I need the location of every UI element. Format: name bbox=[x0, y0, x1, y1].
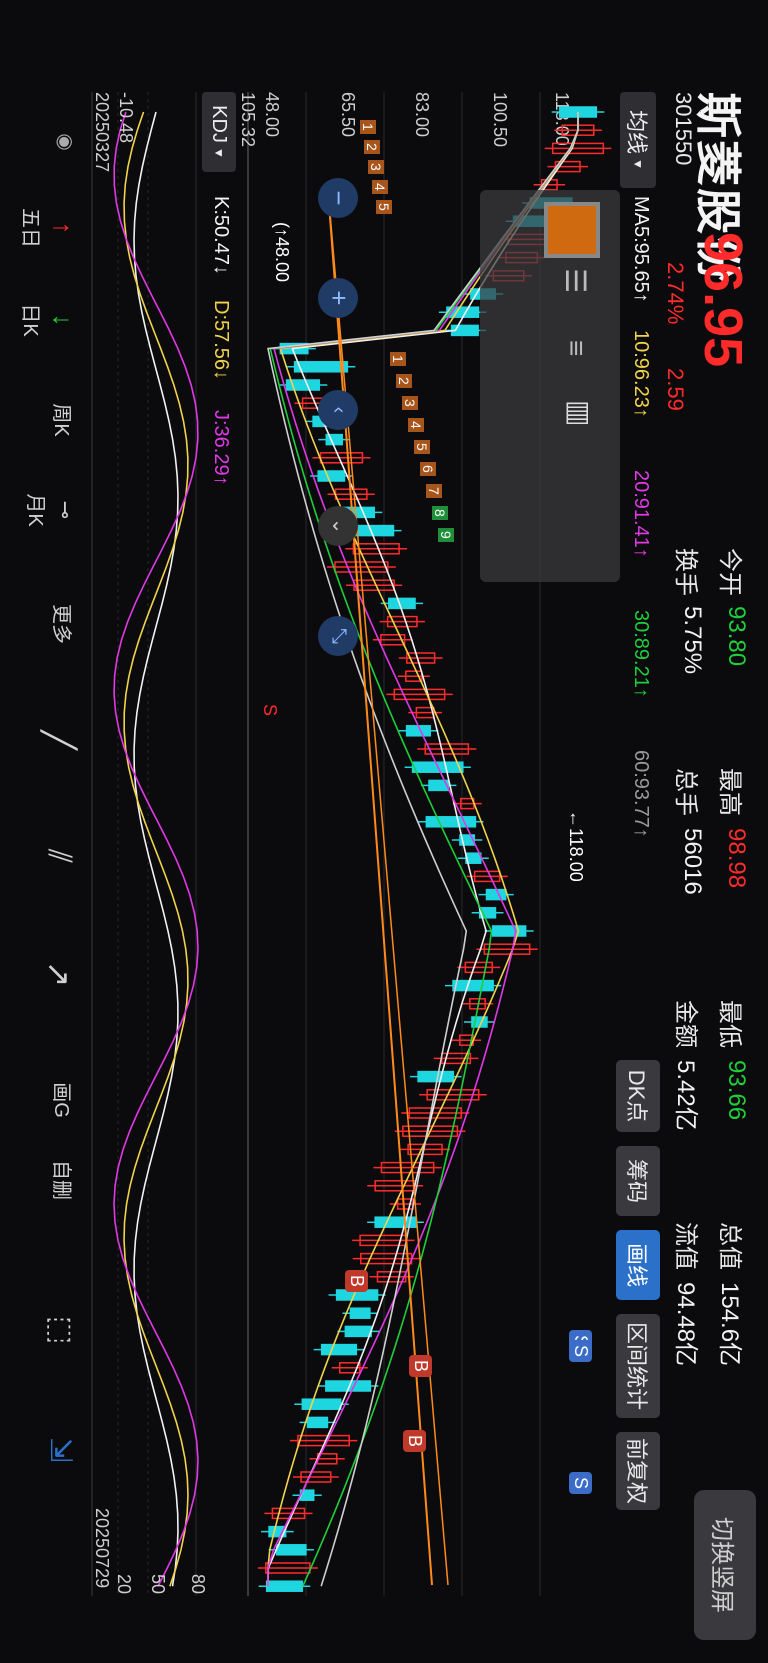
buy-marker[interactable]: B bbox=[403, 1430, 426, 1453]
tool-more[interactable]: 更多 bbox=[14, 594, 78, 654]
sequence-label: 9 bbox=[438, 528, 454, 542]
sequence-label: 3 bbox=[402, 396, 418, 410]
tool-delete[interactable]: 自删 bbox=[14, 1150, 78, 1210]
menu-icon[interactable]: ☰ bbox=[559, 268, 592, 293]
tool-label: 月K bbox=[24, 493, 46, 527]
zoom-in-button[interactable]: + bbox=[318, 278, 358, 318]
tool-day-k[interactable]: ↓ 日K bbox=[14, 290, 78, 350]
tool-label: 五日 bbox=[19, 208, 41, 248]
kdj-lines bbox=[113, 111, 199, 1587]
sequence-label: 5 bbox=[414, 440, 430, 454]
kline-chart[interactable] bbox=[0, 0, 768, 1663]
sell-marker[interactable]: S bbox=[569, 1472, 592, 1495]
tool-label: 自删 bbox=[50, 1160, 72, 1200]
candle-body bbox=[275, 1544, 307, 1556]
back-icon[interactable]: ‹ bbox=[318, 390, 358, 430]
candle-body bbox=[491, 925, 527, 937]
up-arrow-icon: ↑ bbox=[48, 221, 78, 235]
kdj-level-80: 80 bbox=[188, 1574, 208, 1595]
down-arrow-icon: ↓ bbox=[48, 313, 78, 327]
expand-icon[interactable]: ⇲ bbox=[14, 1420, 78, 1480]
sequence-label: 1 bbox=[360, 120, 376, 134]
candle-body bbox=[417, 1070, 455, 1083]
tool-week-k[interactable]: 周K bbox=[14, 390, 78, 450]
kdj-axis-bottom: -10.48 bbox=[116, 92, 136, 144]
date-end: 20250729 bbox=[92, 1508, 112, 1589]
columns-icon[interactable]: ▥ bbox=[563, 400, 596, 426]
candle-body bbox=[452, 979, 494, 992]
eye-icon[interactable]: ◉ bbox=[14, 112, 78, 172]
tool-label: 周K bbox=[50, 403, 72, 437]
kdj-j-value: J:36.29↑ bbox=[210, 410, 232, 486]
kdj-line bbox=[123, 111, 189, 1587]
buy-marker[interactable]: B bbox=[345, 1270, 368, 1293]
h-line-icon: ⊸ bbox=[53, 500, 78, 520]
ray-line-icon[interactable]: ↗ bbox=[14, 944, 78, 1004]
kdj-level-20: 20 bbox=[114, 1574, 134, 1595]
sequence-label: 5 bbox=[376, 200, 392, 214]
sequence-label: 2 bbox=[364, 140, 380, 154]
kdj-axis-top: 105.32 bbox=[238, 92, 258, 148]
sequence-label: 7 bbox=[426, 484, 442, 498]
candle-body bbox=[349, 1307, 371, 1319]
candle-body bbox=[485, 888, 507, 901]
chevron-down-icon: ▼ bbox=[212, 146, 226, 159]
kdj-d-value: D:57.56↓ bbox=[210, 300, 232, 381]
color-swatch[interactable] bbox=[544, 202, 600, 258]
tool-label: 日K bbox=[19, 303, 41, 337]
sell-marker[interactable]: S bbox=[569, 1340, 592, 1363]
candle-body bbox=[301, 1398, 342, 1410]
shrink-icon[interactable]: ⤡ bbox=[318, 616, 358, 656]
buy-marker[interactable]: B bbox=[409, 1355, 432, 1378]
kdj-selector[interactable]: KDJ ▼ bbox=[202, 92, 236, 172]
tool-five-day[interactable]: ↑ 五日 bbox=[14, 198, 78, 258]
list-icon[interactable]: ≡ bbox=[560, 340, 592, 356]
candle-body bbox=[344, 1325, 372, 1338]
candle-body bbox=[265, 1580, 304, 1592]
candle-body bbox=[317, 470, 346, 482]
sequence-label: 4 bbox=[408, 418, 424, 432]
sequence-label: 4 bbox=[372, 180, 388, 194]
tool-label: 更多 bbox=[50, 604, 72, 644]
collapse-icon[interactable]: ⌄ bbox=[318, 506, 358, 546]
line-segment-icon[interactable]: ╱ bbox=[14, 710, 78, 770]
tool-month-k[interactable]: ⊸ 月K bbox=[14, 480, 78, 540]
candle-body bbox=[425, 816, 477, 828]
kdj-k-value: K:50.47↓ bbox=[210, 196, 232, 275]
tool-label: 画G bbox=[50, 1082, 72, 1118]
kdj-level-50: 50 bbox=[148, 1574, 168, 1595]
sequence-label: 1 bbox=[390, 352, 406, 366]
tool-g[interactable]: 画G bbox=[14, 1070, 78, 1130]
sell-signal-label: S bbox=[260, 704, 280, 717]
zoom-out-button[interactable]: − bbox=[318, 178, 358, 218]
candle-body bbox=[320, 1343, 358, 1356]
candle-body bbox=[306, 1416, 329, 1429]
sequence-label: 2 bbox=[396, 374, 412, 388]
candle-body bbox=[388, 597, 416, 610]
sequence-label: 6 bbox=[420, 462, 436, 476]
parallel-line-icon[interactable]: ⫽ bbox=[14, 826, 78, 886]
candle-body bbox=[293, 361, 349, 373]
crop-icon[interactable]: ⬚ bbox=[14, 1300, 78, 1360]
floating-tool-panel[interactable]: ☰ ≡ ▥ bbox=[480, 190, 620, 582]
kdj-selector-label: KDJ bbox=[208, 105, 231, 143]
sequence-label: 8 bbox=[432, 506, 448, 520]
date-start: 20250327 bbox=[92, 92, 112, 173]
sequence-label: 3 bbox=[368, 160, 384, 174]
bottom-toolbar: ◉ ↑ 五日 ↓ 日K 周K ⊸ 月K 更多 ╱ ⫽ ↗ 画G 自删 ⬚ ⇲ bbox=[0, 0, 92, 1663]
